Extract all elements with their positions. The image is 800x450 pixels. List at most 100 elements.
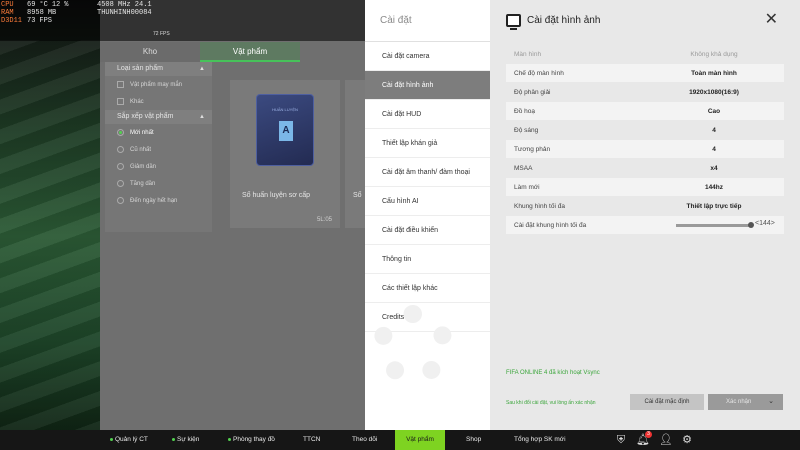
monitor-icon	[506, 14, 521, 30]
sort-label: Đến ngày hết hạn	[130, 197, 178, 204]
performance-overlay: CPU 69 °C 12% RAM 8958 MB D3D11 73 FPS	[1, 1, 68, 25]
nav-item-theo-doi[interactable]: Theo dõi	[352, 430, 377, 450]
sort-label: Cũ nhất	[130, 146, 152, 153]
setting-label: Độ sáng	[514, 126, 539, 134]
menu-item-ai[interactable]: Cấu hình AI	[365, 187, 490, 216]
menu-item-controls[interactable]: Cài đặt điều khiển	[365, 216, 490, 245]
radio-icon	[117, 197, 124, 204]
setting-row-resolution[interactable]: Độ phân giải 1920x1080(16:9)	[506, 83, 784, 101]
pitch-stripes	[0, 40, 100, 430]
hud-row-ram: RAM 8958 MB	[1, 9, 68, 17]
chevron-up-icon: ▲	[199, 114, 205, 120]
hud-row-cpu: CPU 69 °C 12%	[1, 1, 68, 9]
menu-item-hud[interactable]: Cài đặt HUD	[365, 100, 490, 129]
hud-label: CPU	[1, 1, 14, 9]
sort-radio-desc[interactable]: Giảm dần	[105, 158, 212, 175]
confirm-button-label: Xác nhận	[726, 399, 752, 405]
sort-radio-asc[interactable]: Tăng dần	[105, 175, 212, 192]
tab-kho[interactable]: Kho	[100, 42, 200, 62]
confirm-button[interactable]: Xác nhận ⌄	[708, 394, 783, 410]
hud-label: RAM	[1, 9, 14, 17]
sort-radio-oldest[interactable]: Cũ nhất	[105, 141, 212, 158]
default-settings-button[interactable]: Cài đặt mặc định	[630, 394, 704, 410]
pack-label: HUẤN LUYỆN	[272, 107, 298, 112]
gear-icon	[373, 305, 453, 385]
new-dot-icon	[110, 437, 113, 441]
item-card[interactable]: Sổ	[345, 80, 365, 228]
training-book-icon: HUẤN LUYỆN A	[256, 94, 314, 166]
menu-item-audience[interactable]: Thiết lập khán giả	[365, 129, 490, 158]
hud-value: 73	[27, 17, 36, 25]
new-dot-icon	[172, 437, 175, 441]
filter-section-title: Loại sản phẩm	[117, 65, 163, 72]
setting-value[interactable]: 4	[644, 146, 784, 153]
hud-cpu-freq: 4508 MHz 24.1	[97, 1, 152, 9]
setting-value[interactable]: x4	[644, 165, 784, 172]
menu-item-camera[interactable]: Cài đặt camera	[365, 42, 490, 71]
menu-item-graphics[interactable]: Cài đặt hình ảnh	[365, 71, 490, 100]
slider-handle[interactable]	[748, 222, 754, 228]
setting-row-brightness[interactable]: Độ sáng 4	[506, 121, 784, 139]
nav-item-tong-hop-sk[interactable]: Tổng hợp SK mới	[514, 430, 566, 450]
radio-icon	[117, 180, 124, 187]
frame-limit-stepper[interactable]: <144>	[755, 220, 775, 227]
sort-radio-expiry[interactable]: Đến ngày hết hạn	[105, 192, 212, 209]
nav-item-ttcn[interactable]: TTCN	[303, 430, 320, 450]
gear-icon[interactable]: ⚙	[680, 433, 694, 447]
setting-label: Chế độ màn hình	[514, 69, 564, 77]
setting-value[interactable]: Cao	[644, 108, 784, 115]
checkbox-icon	[117, 81, 124, 88]
bottom-nav: Quản lý CT Sự kiện Phòng thay đồ TTCN Th…	[0, 430, 800, 450]
nav-item-su-kien[interactable]: Sự kiện	[172, 430, 199, 450]
setting-value[interactable]: 1920x1080(16:9)	[644, 89, 784, 96]
sort-label: Mới nhất	[130, 129, 154, 136]
tab-vat-pham[interactable]: Vật phẩm	[200, 42, 300, 62]
setting-value: Không khả dụng	[690, 50, 738, 58]
user-icon[interactable]: 👤︎	[659, 433, 673, 447]
game-background	[0, 0, 100, 430]
item-name: Sổ huấn luyện sơ cấp	[242, 192, 311, 199]
menu-item-other[interactable]: Các thiết lập khác	[365, 274, 490, 303]
nav-item-vat-pham[interactable]: Vật phẩm	[395, 430, 445, 450]
hud-unit: MB	[47, 9, 57, 17]
shield-icon[interactable]: ⛨	[614, 433, 628, 447]
setting-row-screen-mode[interactable]: Chế độ màn hình Toàn màn hình	[506, 64, 784, 82]
hud-label: D3D11	[1, 17, 23, 25]
performance-overlay-2: 4508 MHz 24.1 THUNHINH00084	[97, 1, 152, 17]
setting-row-display: Màn hình Không khả dụng	[506, 45, 784, 63]
nav-item-shop[interactable]: Shop	[466, 430, 481, 450]
setting-row-graphics[interactable]: Đồ hoạ Cao	[506, 102, 784, 120]
setting-label: Làm mới	[514, 183, 540, 191]
hud-device-name: THUNHINH00084	[97, 9, 152, 17]
menu-item-info[interactable]: Thông tin	[365, 245, 490, 274]
sort-radio-newest[interactable]: Mới nhất	[105, 124, 212, 141]
frame-limit-slider[interactable]	[676, 222, 754, 228]
setting-row-msaa[interactable]: MSAA x4	[506, 159, 784, 177]
checkbox-icon	[117, 98, 124, 105]
fps-indicator: 72 FPS	[153, 31, 170, 37]
filter-section-sort[interactable]: Sắp xếp vật phẩm ▲	[105, 110, 212, 124]
stepper-increase-icon[interactable]: >	[771, 220, 775, 227]
setting-row-contrast[interactable]: Tương phản 4	[506, 140, 784, 158]
setting-label: Độ phân giải	[514, 88, 551, 96]
setting-value[interactable]: 4	[644, 127, 784, 134]
item-card[interactable]: HUẤN LUYỆN A Sổ huấn luyện sơ cấp 5L:05	[230, 80, 340, 228]
hud-value: 8958	[27, 9, 44, 17]
nav-item-phong-thay-do[interactable]: Phòng thay đồ	[228, 430, 275, 450]
chevron-up-icon: ▲	[199, 66, 205, 72]
setting-value[interactable]: 144hz	[644, 184, 784, 191]
hud-value: 69	[27, 1, 36, 9]
hud-row-d3d: D3D11 73 FPS	[1, 17, 68, 25]
pack-letter: A	[279, 121, 293, 141]
filter-checkbox-other[interactable]: Khác	[105, 93, 212, 110]
nav-item-quan-ly-ct[interactable]: Quản lý CT	[110, 430, 148, 450]
menu-item-audio[interactable]: Cài đặt âm thanh/ đàm thoại	[365, 158, 490, 187]
close-icon[interactable]: ✕	[765, 12, 778, 28]
filter-section-type[interactable]: Loại sản phẩm ▲	[105, 62, 212, 76]
settings-menu-title: Cài đặt	[365, 0, 490, 42]
setting-row-max-frames[interactable]: Khung hình tối đa Thiết lập trực tiếp	[506, 197, 784, 215]
setting-value[interactable]: Thiết lập trực tiếp	[644, 203, 784, 210]
setting-value[interactable]: Toàn màn hình	[644, 70, 784, 77]
setting-row-refresh[interactable]: Làm mới 144hz	[506, 178, 784, 196]
filter-checkbox-lucky[interactable]: Vật phẩm may mắn	[105, 76, 212, 93]
